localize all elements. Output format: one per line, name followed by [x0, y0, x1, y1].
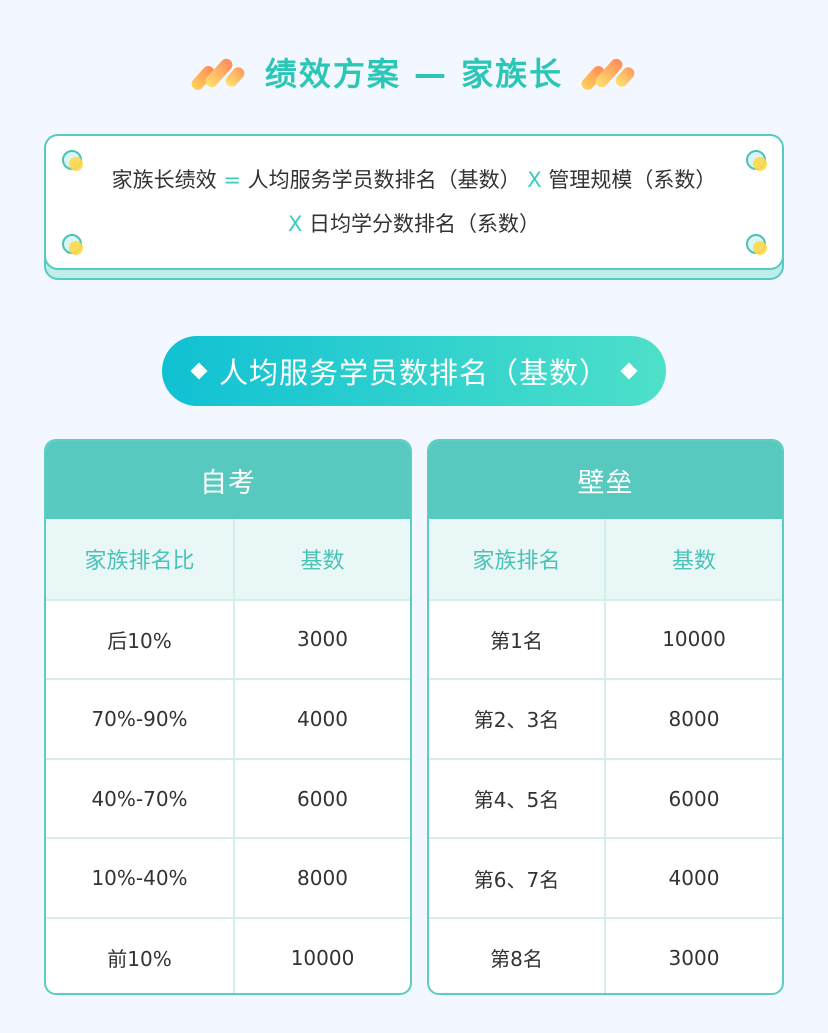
- formula-card: 家族长绩效 = 人均服务学员数排名（基数） X 管理规模（系数） X 日均学分数…: [44, 134, 784, 270]
- table-cell: 6000: [233, 759, 410, 838]
- table-cell: 前10%: [107, 947, 172, 972]
- table-bilei: 壁垒 家族排名 基数 第1名 10000 第2、3名 8000 第4、5名 60…: [427, 439, 784, 995]
- table-cell: 10000: [604, 600, 782, 679]
- table-row: 10%-40% 8000: [46, 837, 410, 917]
- table-cell: 10000: [233, 918, 410, 993]
- table-title: 壁垒: [429, 441, 782, 519]
- table-header-row: 家族排名比 基数: [46, 519, 410, 599]
- column-header: 基数: [233, 519, 410, 599]
- column-header: 家族排名比: [84, 548, 195, 574]
- formula-term-1: 人均服务学员数排名（基数）: [247, 168, 521, 192]
- table-row: 第2、3名 8000: [429, 678, 782, 758]
- table-cell: 4000: [604, 839, 782, 917]
- table-cell: 40%-70%: [91, 786, 188, 811]
- table-cell: 第2、3名: [473, 708, 560, 733]
- page-title: 绩效方案 — 家族长: [264, 55, 564, 93]
- diamond-icon: [620, 362, 638, 380]
- table-cell: 第6、7名: [473, 867, 560, 892]
- table-cell: 第4、5名: [473, 788, 560, 813]
- table-row: 前10% 10000: [46, 916, 410, 993]
- table-row: 40%-70% 6000: [46, 757, 410, 838]
- decoration-stripes-icon: [579, 50, 637, 94]
- table-title: 自考: [46, 441, 410, 519]
- table-zikao: 自考 家族排名比 基数 后10% 3000 70%-90% 4000 40%-7…: [44, 439, 412, 995]
- column-header: 基数: [604, 519, 782, 599]
- page-header: 绩效方案 — 家族长: [0, 42, 828, 102]
- table-row: 第1名 10000: [429, 598, 782, 679]
- formula-equals: =: [223, 168, 241, 192]
- table-cell: 8000: [604, 680, 782, 758]
- formula-times-2: X: [287, 212, 303, 236]
- table-cell: 3000: [233, 600, 410, 679]
- table-cell: 4000: [233, 680, 410, 758]
- pin-dot-icon: [62, 234, 83, 255]
- table-cell: 6000: [604, 759, 782, 838]
- formula-line-2: X 日均学分数排名（系数）: [288, 202, 540, 246]
- table-cell: 3000: [604, 918, 782, 993]
- table-row: 后10% 3000: [46, 598, 410, 679]
- table-cell: 8000: [233, 839, 410, 917]
- pin-dot-icon: [746, 150, 767, 171]
- table-row: 第8名 3000: [429, 916, 782, 993]
- decoration-stripes-icon: [189, 50, 247, 94]
- formula-term-2: 管理规模（系数）: [548, 168, 717, 192]
- table-cell: 10%-40%: [91, 866, 188, 891]
- section-title: 人均服务学员数排名（基数）: [218, 356, 609, 390]
- formula-line-1: 家族长绩效 = 人均服务学员数排名（基数） X 管理规模（系数）: [112, 158, 717, 202]
- pin-dot-icon: [62, 150, 83, 171]
- column-header: 家族排名: [472, 548, 561, 574]
- table-row: 第4、5名 6000: [429, 757, 782, 838]
- table-row: 第6、7名 4000: [429, 837, 782, 917]
- table-cell: 后10%: [107, 628, 172, 653]
- table-cell: 第8名: [490, 947, 543, 972]
- table-cell: 第1名: [490, 628, 543, 653]
- table-row: 70%-90% 4000: [46, 678, 410, 758]
- table-header-row: 家族排名 基数: [429, 519, 782, 599]
- formula-times-1: X: [527, 168, 542, 192]
- table-cell: 70%-90%: [91, 706, 188, 731]
- formula-lhs: 家族长绩效: [111, 168, 217, 192]
- formula-term-3: 日均学分数排名（系数）: [309, 212, 541, 236]
- pin-dot-icon: [746, 234, 767, 255]
- section-title-pill: 人均服务学员数排名（基数）: [162, 336, 666, 406]
- diamond-icon: [190, 362, 208, 380]
